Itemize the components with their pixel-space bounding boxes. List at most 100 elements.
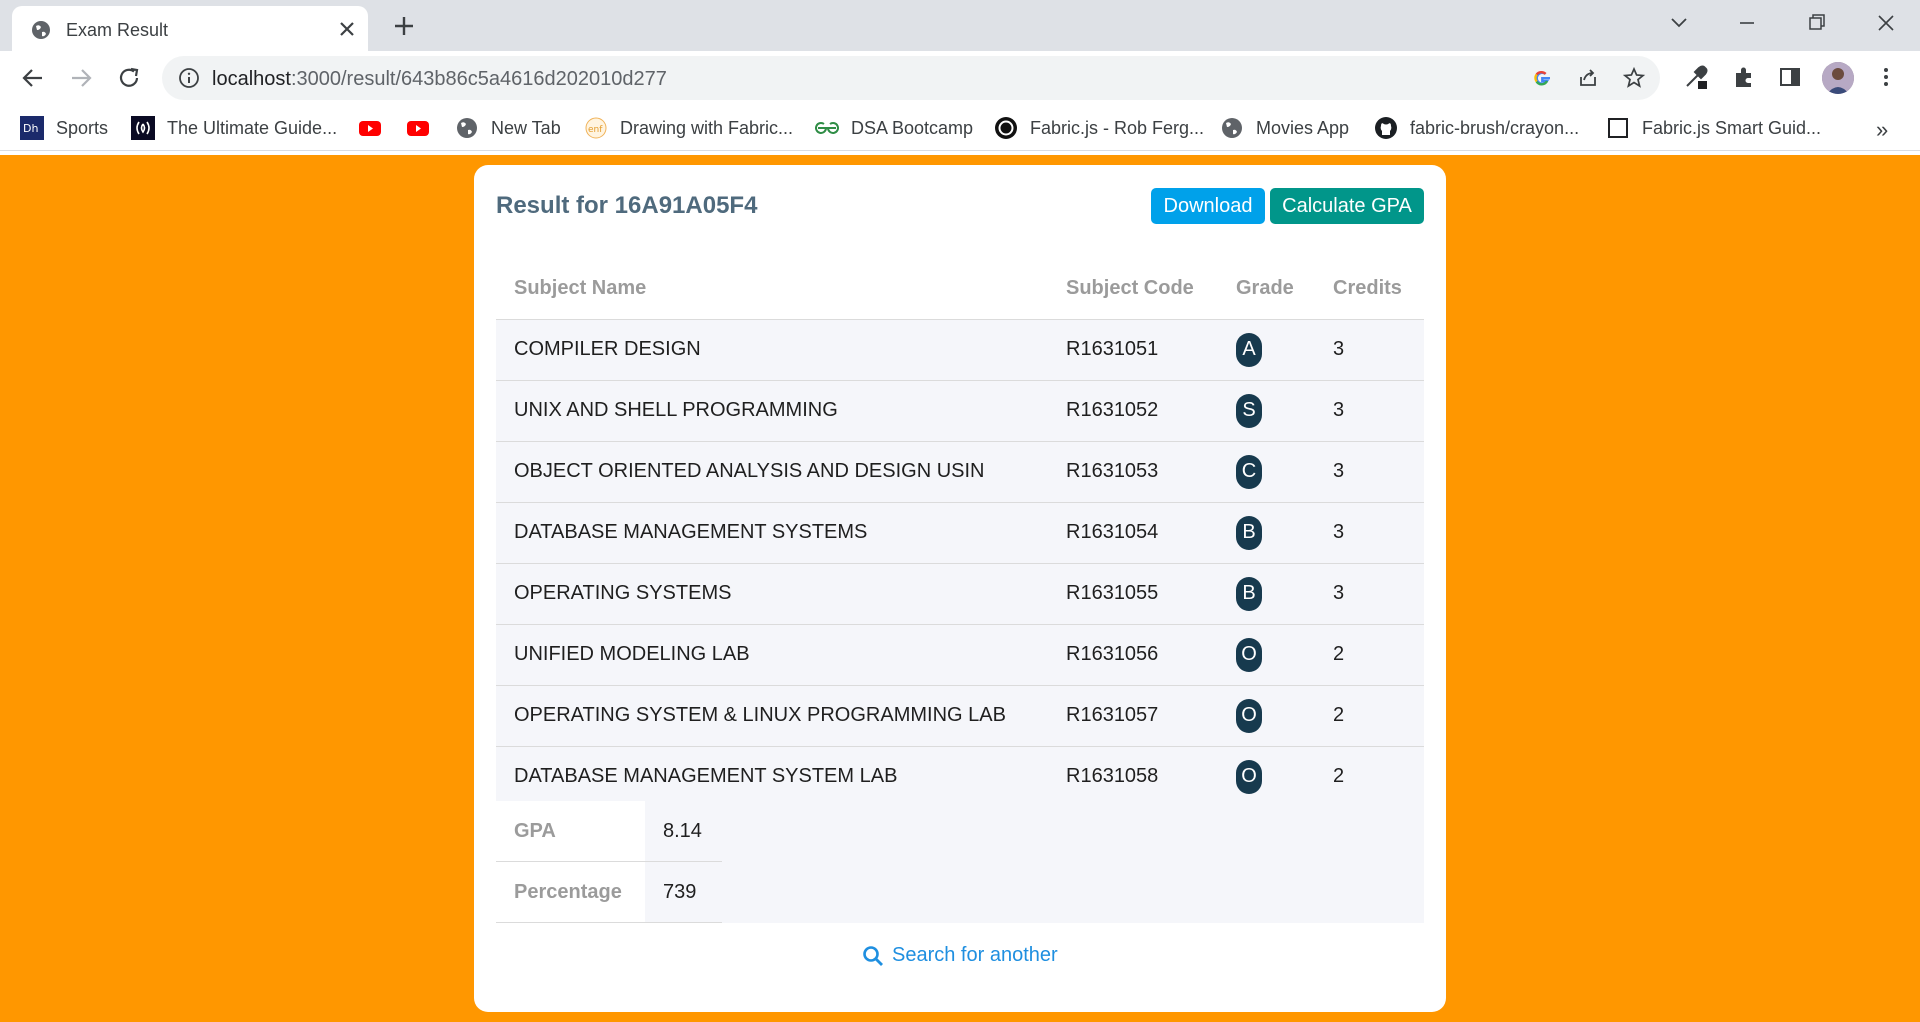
bookmark-item[interactable]: DSA Bootcamp <box>815 114 973 142</box>
table-row: OPERATING SYSTEMS R1631055 B 3 <box>496 563 1424 625</box>
subject-code: R1631051 <box>1048 319 1218 381</box>
minimize-icon[interactable] <box>1727 8 1767 38</box>
freecodecamp-icon <box>131 116 155 140</box>
tab-search-icon[interactable] <box>1659 8 1699 38</box>
site-info-icon[interactable] <box>178 67 200 89</box>
percentage-value: 739 <box>645 862 722 923</box>
url-text: localhost:3000/result/643b86c5a4616d2020… <box>212 68 667 91</box>
credits: 3 <box>1315 563 1424 625</box>
more-bookmarks-icon[interactable]: » <box>1876 117 1888 143</box>
address-bar[interactable]: localhost:3000/result/643b86c5a4616d2020… <box>162 56 1660 100</box>
download-button[interactable]: Download <box>1151 188 1265 224</box>
profile-avatar[interactable] <box>1822 62 1854 94</box>
credits: 2 <box>1315 746 1424 808</box>
svg-text:enf: enf <box>588 125 603 135</box>
grade-badge: O <box>1236 698 1262 733</box>
close-tab-icon[interactable] <box>334 16 360 42</box>
subject-code: R1631057 <box>1048 685 1218 747</box>
bookmark-item[interactable]: Fabric.js - Rob Ferg... <box>994 114 1204 142</box>
subject-name: COMPILER DESIGN <box>496 319 1048 381</box>
summary-panel: GPA 8.14 Percentage 739 <box>496 801 1424 923</box>
bookmark-item[interactable]: The Ultimate Guide... <box>131 114 337 142</box>
restore-icon[interactable] <box>1796 8 1836 38</box>
gpa-label: GPA <box>496 801 645 862</box>
bookmark-item[interactable] <box>406 114 442 142</box>
subject-code: R1631056 <box>1048 624 1218 686</box>
search-another-label: Search for another <box>892 944 1058 966</box>
url-host: localhost <box>212 68 291 90</box>
table-header-row: Subject Name Subject Code Grade Credits <box>496 258 1424 320</box>
subject-name: UNIX AND SHELL PROGRAMMING <box>496 380 1048 442</box>
results-table: Subject Name Subject Code Grade Credits … <box>496 258 1424 808</box>
credits: 3 <box>1315 380 1424 442</box>
enf-icon: enf <box>584 116 608 140</box>
table-row: UNIFIED MODELING LAB R1631056 O 2 <box>496 624 1424 686</box>
tab-strip: Exam Result <box>0 0 1920 51</box>
grade-badge: A <box>1236 332 1262 367</box>
globe-icon <box>32 21 50 39</box>
youtube-icon <box>406 116 430 140</box>
grade-badge: B <box>1236 515 1262 550</box>
github-icon <box>1374 116 1398 140</box>
close-window-icon[interactable] <box>1866 8 1906 38</box>
eyedropper-extension-icon[interactable] <box>1682 63 1710 91</box>
profile-photo-icon <box>1822 62 1854 94</box>
youtube-icon <box>358 116 382 140</box>
bookmark-item[interactable]: New Tab <box>455 114 561 142</box>
result-card: Result for 16A91A05F4 Download Calculate… <box>474 165 1446 1012</box>
forward-arrow-icon[interactable] <box>66 63 96 93</box>
search-icon <box>863 945 883 966</box>
subject-name: DATABASE MANAGEMENT SYSTEM LAB <box>496 746 1048 808</box>
subject-name: UNIFIED MODELING LAB <box>496 624 1048 686</box>
globe-icon <box>455 116 479 140</box>
grade-badge: C <box>1236 454 1262 489</box>
browser-menu-icon[interactable] <box>1872 63 1900 91</box>
reload-icon[interactable] <box>114 63 144 93</box>
percentage-label: Percentage <box>496 862 645 923</box>
table-row: OBJECT ORIENTED ANALYSIS AND DESIGN USIN… <box>496 441 1424 503</box>
subject-code: R1631055 <box>1048 563 1218 625</box>
page-title: Result for 16A91A05F4 <box>496 192 758 219</box>
column-header-subject-name: Subject Name <box>496 258 1048 320</box>
bookmark-star-icon[interactable] <box>1622 66 1646 90</box>
bookmark-item[interactable]: Fabric.js Smart Guid... <box>1606 114 1821 142</box>
calculate-gpa-button[interactable]: Calculate GPA <box>1270 188 1424 224</box>
column-header-subject-code: Subject Code <box>1048 258 1218 320</box>
table-row: DATABASE MANAGEMENT SYSTEM LAB R1631058 … <box>496 746 1424 808</box>
subject-code: R1631058 <box>1048 746 1218 808</box>
grade-badge: S <box>1236 393 1262 428</box>
bookmark-item[interactable] <box>358 114 394 142</box>
subject-name: OPERATING SYSTEMS <box>496 563 1048 625</box>
table-row: COMPILER DESIGN R1631051 A 3 <box>496 319 1424 381</box>
square-icon <box>1606 116 1630 140</box>
bookmark-item[interactable]: Dh Sports <box>20 114 108 142</box>
bookmarks-bar: Dh Sports The Ultimate Guide... New Tab … <box>0 105 1920 151</box>
bookmark-item[interactable]: Movies App <box>1220 114 1349 142</box>
subject-name: OBJECT ORIENTED ANALYSIS AND DESIGN USIN <box>496 441 1048 503</box>
share-icon[interactable] <box>1576 66 1600 90</box>
bookmark-item[interactable]: enf Drawing with Fabric... <box>584 114 793 142</box>
bookmark-item[interactable]: fabric-brush/crayon... <box>1374 114 1579 142</box>
table-row: UNIX AND SHELL PROGRAMMING R1631052 S 3 <box>496 380 1424 442</box>
browser-chrome: Exam Result localhost:3000/result/643b86… <box>0 0 1920 155</box>
google-lens-icon[interactable] <box>1530 66 1554 90</box>
url-path: :3000/result/643b86c5a4616d202010d277 <box>290 68 667 90</box>
back-arrow-icon[interactable] <box>18 63 48 93</box>
tab-exam-result[interactable]: Exam Result <box>12 6 368 51</box>
grade-badge: O <box>1236 759 1262 794</box>
grade-badge: O <box>1236 637 1262 672</box>
search-another-link[interactable]: Search for another <box>862 944 1058 967</box>
browser-toolbar: localhost:3000/result/643b86c5a4616d2020… <box>0 51 1920 105</box>
subject-name: OPERATING SYSTEM & LINUX PROGRAMMING LAB <box>496 685 1048 747</box>
circle-logo-icon <box>994 116 1018 140</box>
new-tab-icon[interactable] <box>390 12 418 40</box>
side-panel-icon[interactable] <box>1776 63 1804 91</box>
globe-icon <box>1220 116 1244 140</box>
gfg-icon <box>815 116 839 140</box>
subject-code: R1631052 <box>1048 380 1218 442</box>
extensions-puzzle-icon[interactable] <box>1730 63 1758 91</box>
gpa-value: 8.14 <box>645 801 722 862</box>
credits: 2 <box>1315 624 1424 686</box>
column-header-credits: Credits <box>1315 258 1424 320</box>
credits: 3 <box>1315 319 1424 381</box>
